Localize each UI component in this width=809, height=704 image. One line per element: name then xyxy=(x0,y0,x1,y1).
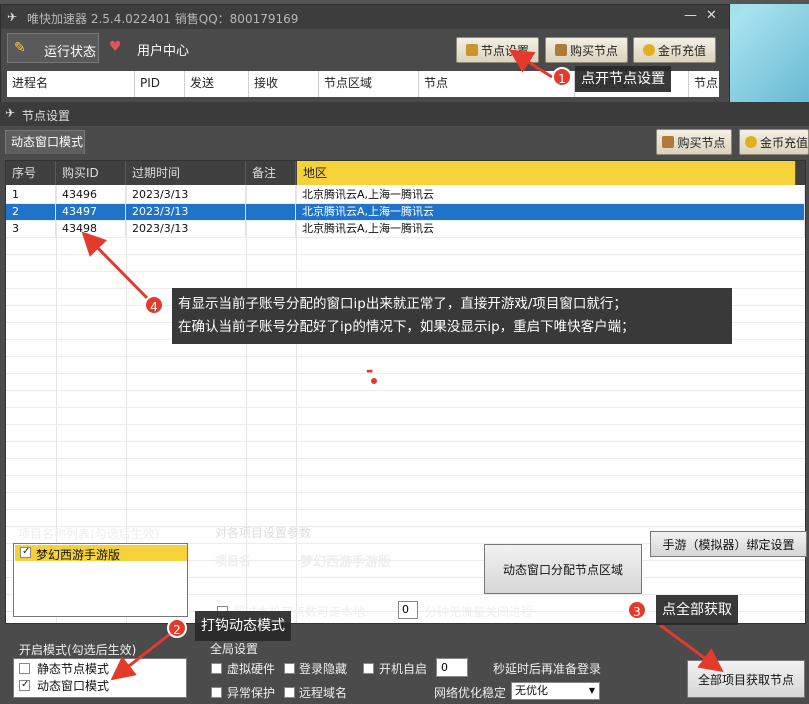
annotation-badge-2: 2 xyxy=(167,618,187,638)
annotation-callout-4: 有显示当前子账号分配的窗口ip出来就正常了，直接开游戏/项目窗口就行； 在确认当… xyxy=(172,288,732,344)
annotation-badge-4: 4 xyxy=(144,295,164,315)
partial-red-text: - xyxy=(366,357,373,382)
red-dot xyxy=(371,378,377,384)
annotation-callout-3: 点全部获取 xyxy=(656,595,738,625)
annotation-4-line1: 有显示当前子账号分配的窗口ip出来就正常了，直接开游戏/项目窗口就行； xyxy=(178,296,627,312)
arrow-3 xyxy=(659,623,724,673)
annotation-4-line2: 在确认当前子账号分配好了ip的情况下，如果没显示ip，重启下唯快客户端； xyxy=(178,319,635,335)
annotation-badge-1: 1 xyxy=(552,67,572,87)
annotation-badge-3: 3 xyxy=(627,600,647,620)
arrow-1 xyxy=(508,49,553,79)
annotation-callout-1: 点开节点设置 xyxy=(575,66,671,92)
arrow-2 xyxy=(110,632,171,681)
annotation-callout-2: 打钩动态模式 xyxy=(195,611,291,641)
arrow-4 xyxy=(81,231,152,303)
